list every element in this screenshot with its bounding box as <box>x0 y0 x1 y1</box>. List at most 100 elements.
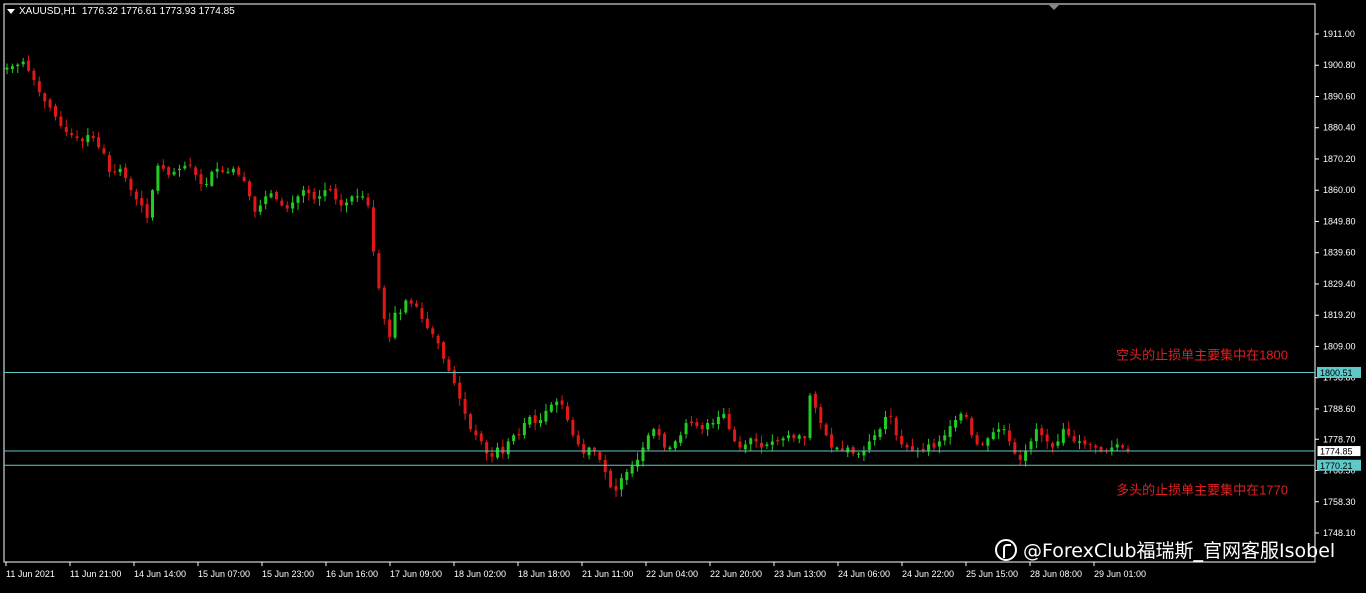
candle-body <box>517 434 521 436</box>
candle-body <box>80 138 84 142</box>
candle-body <box>722 413 726 419</box>
candle-body <box>1067 428 1071 436</box>
candle-body <box>549 404 553 412</box>
candle-body <box>1061 429 1065 444</box>
candle-body <box>522 423 526 436</box>
x-tick-label: 14 Jun 14:00 <box>134 569 186 579</box>
candle-body <box>1007 430 1011 442</box>
candle-body <box>560 400 564 405</box>
candle-body <box>986 438 990 446</box>
candle-body <box>404 300 408 313</box>
candle-body <box>539 419 543 424</box>
candle-body <box>156 165 160 191</box>
candle-body <box>113 171 117 173</box>
candle-body <box>555 401 559 406</box>
candle-body <box>727 414 731 430</box>
candle-body <box>237 167 241 175</box>
candle-body <box>1040 428 1044 436</box>
candle-body <box>59 116 63 126</box>
candle-body <box>468 414 472 430</box>
x-tick-label: 11 Jun 2021 <box>6 569 55 579</box>
candle-body <box>409 300 413 304</box>
candle-body <box>921 448 925 451</box>
candle-body <box>204 184 208 186</box>
candle-body <box>388 319 392 338</box>
candle-body <box>188 164 192 166</box>
x-tick-label: 25 Jun 15:00 <box>966 569 1018 579</box>
candle-body <box>210 171 214 186</box>
candle-body <box>964 414 968 417</box>
candle-body <box>663 433 667 448</box>
candle-body <box>307 189 311 194</box>
candle-body <box>1034 429 1038 442</box>
candle-body <box>43 93 47 102</box>
candle-body <box>1002 429 1006 431</box>
candle-body <box>75 136 79 139</box>
candle-body <box>1083 440 1087 445</box>
candle-body <box>167 167 171 175</box>
candle-body <box>959 413 963 421</box>
candle-body <box>215 168 219 172</box>
price-line-label: 1800.51 <box>1320 368 1353 378</box>
chart-header: XAUUSD,H1 1776.32 1776.61 1773.93 1774.8… <box>7 6 235 17</box>
candle-body <box>425 318 429 329</box>
candle-body <box>151 190 155 218</box>
x-tick-label: 16 Jun 16:00 <box>326 569 378 579</box>
candle-body <box>86 135 90 143</box>
candle-body <box>781 438 785 441</box>
candle-body <box>528 416 532 425</box>
candle-body <box>350 196 354 202</box>
candle-body <box>355 196 359 198</box>
candle-body <box>733 429 737 442</box>
candle-body <box>199 174 203 185</box>
y-tick-label: 1900.80 <box>1323 60 1356 70</box>
candle-body <box>1115 444 1119 448</box>
candle-body <box>619 478 623 490</box>
y-tick-label: 1778.70 <box>1323 434 1356 444</box>
candle-body <box>32 70 36 80</box>
candle-body <box>339 199 343 206</box>
chart-svg[interactable]: 1911.00 1900.80 1890.60 1880.40 1870.20 1860.… <box>0 0 1366 588</box>
candle-body <box>835 447 839 450</box>
candle-body <box>754 438 758 442</box>
candle-body <box>711 423 715 425</box>
price-chart[interactable]: 1911.00 1900.80 1890.60 1880.40 1870.20 1860.… <box>0 0 1366 588</box>
candle-body <box>318 196 322 199</box>
candle-body <box>948 426 952 437</box>
candle-body <box>1121 445 1125 448</box>
candle-body <box>905 444 909 448</box>
watermark-text: @ForexClub福瑞斯_官网客服Isobel <box>1023 540 1336 562</box>
candle-body <box>776 440 780 442</box>
candle-body <box>371 207 375 252</box>
candle-body <box>27 60 31 71</box>
candle-body <box>566 406 569 420</box>
candle-body <box>792 434 796 439</box>
candle-body <box>630 465 634 474</box>
candle-body <box>274 191 278 200</box>
candle-body <box>846 447 850 453</box>
triangle-down-icon[interactable] <box>7 8 15 14</box>
candle-body <box>479 433 483 442</box>
candle-body <box>1099 446 1103 451</box>
candle-body <box>91 136 95 139</box>
candle-body <box>910 445 914 451</box>
candle-body <box>657 429 661 436</box>
candle-body <box>943 435 947 441</box>
candle-body <box>1126 448 1130 451</box>
candle-body <box>5 67 9 70</box>
x-tick-label: 23 Jun 13:00 <box>774 569 826 579</box>
candle-body <box>582 444 586 454</box>
current-price-label: 1774.85 <box>1320 447 1353 457</box>
x-tick-label: 22 Jun 20:00 <box>710 569 762 579</box>
candle-body <box>932 443 936 448</box>
chart-annotation: 空头的止损单主要集中在1800 <box>1116 348 1288 363</box>
y-tick-label: 1911.00 <box>1323 29 1355 39</box>
candle-body <box>328 189 332 191</box>
candle-body <box>21 61 25 65</box>
candle-body <box>954 419 958 428</box>
candle-body <box>334 188 338 200</box>
x-tick-label: 22 Jun 04:00 <box>646 569 698 579</box>
candle-body <box>436 335 440 344</box>
candle-body <box>1029 441 1033 450</box>
candle-body <box>927 444 931 452</box>
